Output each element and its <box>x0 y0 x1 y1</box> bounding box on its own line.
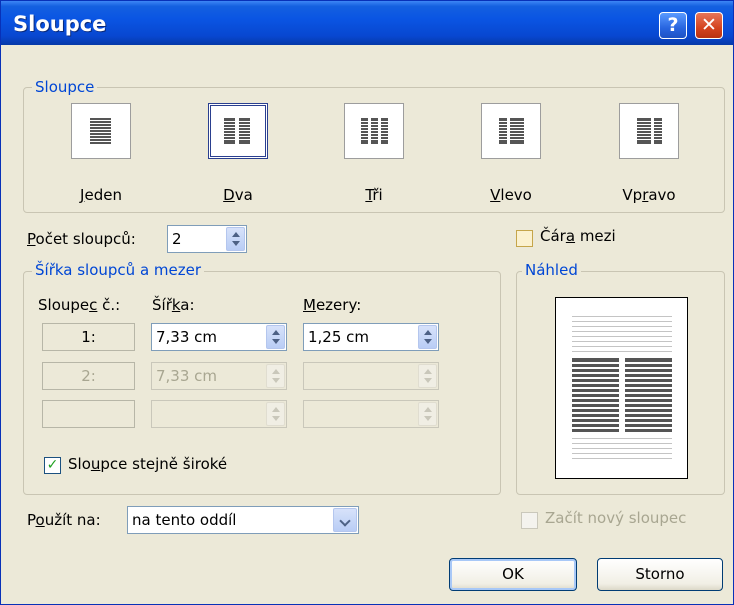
column-1-width-input[interactable]: 7,33 cm <box>151 323 287 351</box>
spin-down-icon <box>272 339 280 344</box>
column-1-width-spinner[interactable] <box>266 325 285 349</box>
apply-to-select[interactable]: na tento oddíl <box>127 506 359 534</box>
spin-up-icon <box>272 407 280 412</box>
presets-group-title: Sloupce <box>32 78 98 96</box>
close-button[interactable]: ✕ <box>695 12 723 39</box>
preview-group-title: Náhled <box>522 261 581 279</box>
start-new-column-label: Začít nový sloupec <box>545 509 687 527</box>
column-3-width-spinner <box>266 402 285 426</box>
preset-three-label: Tři <box>365 186 383 204</box>
column-2-number: 2: <box>42 362 135 390</box>
column-2-width-spinner <box>266 364 285 388</box>
cancel-button[interactable]: Storno <box>597 558 723 591</box>
preview-page <box>555 297 688 479</box>
column-3-spacing-input <box>303 400 439 428</box>
column-1-number: 1: <box>42 323 135 351</box>
column-2-spacing-input <box>303 362 439 390</box>
dialog-title: Sloupce <box>13 12 107 36</box>
width-header: Šířka: <box>152 296 195 314</box>
one-column-icon <box>90 118 111 144</box>
preview-page-image <box>572 316 672 459</box>
column-count-value: 2 <box>172 230 182 248</box>
apply-to-value: na tento oddíl <box>132 511 237 529</box>
spin-down-icon <box>424 339 432 344</box>
preset-right-button[interactable] <box>619 103 679 159</box>
dialog-body: Sloupce Jeden Dva Tři Vlevo Vpravo Počet… <box>1 45 733 605</box>
column-1-width-value: 7,33 cm <box>156 328 218 346</box>
preset-three-button[interactable] <box>344 103 404 159</box>
spin-down-icon <box>272 378 280 383</box>
right-column-icon <box>637 118 662 144</box>
line-between-checkbox[interactable] <box>516 230 533 247</box>
preset-two-button[interactable] <box>208 103 268 159</box>
column-count-spinner[interactable] <box>226 227 245 251</box>
title-bar[interactable]: Sloupce ? ✕ <box>1 1 733 45</box>
spin-down-icon <box>232 241 240 246</box>
column-3-width-input <box>151 400 287 428</box>
apply-to-label: Použít na: <box>27 511 101 529</box>
spin-up-icon <box>424 369 432 374</box>
spacing-header: Mezery: <box>303 296 362 314</box>
two-columns-icon <box>224 118 250 144</box>
spin-up-icon <box>272 330 280 335</box>
line-between-label: Čára mezi <box>540 227 616 245</box>
three-columns-icon <box>361 118 388 144</box>
spin-down-icon <box>272 416 280 421</box>
equal-width-checkbox[interactable]: ✓ <box>44 457 61 474</box>
column-2-width-value: 7,33 cm <box>156 367 218 385</box>
columns-dialog: Sloupce ? ✕ Sloupce Jeden Dva Tři Vlevo … <box>0 0 734 605</box>
spin-up-icon <box>232 232 240 237</box>
width-spacing-group-title: Šířka sloupců a mezer <box>32 261 205 279</box>
column-count-input[interactable]: 2 <box>167 225 247 253</box>
spin-down-icon <box>424 416 432 421</box>
preset-right-label: Vpravo <box>622 186 676 204</box>
preset-two-label: Dva <box>223 186 253 204</box>
spin-down-icon <box>424 378 432 383</box>
preset-one-label: Jeden <box>80 186 122 204</box>
column-1-spacing-value: 1,25 cm <box>308 328 370 346</box>
column-2-spacing-spinner <box>418 364 437 388</box>
preset-one-button[interactable] <box>71 103 131 159</box>
help-button[interactable]: ? <box>659 12 687 39</box>
column-3-spacing-spinner <box>418 402 437 426</box>
column-1-spacing-input[interactable]: 1,25 cm <box>303 323 439 351</box>
left-column-icon <box>499 118 524 144</box>
spin-up-icon <box>424 407 432 412</box>
column-3-number <box>42 400 135 428</box>
column-count-label: Počet sloupců: <box>27 230 136 248</box>
ok-button[interactable]: OK <box>449 558 577 591</box>
column-1-spacing-spinner[interactable] <box>418 325 437 349</box>
preset-left-button[interactable] <box>481 103 541 159</box>
preset-left-label: Vlevo <box>490 186 532 204</box>
chevron-down-icon[interactable] <box>333 508 357 532</box>
spin-up-icon <box>272 369 280 374</box>
column-number-header: Sloupec č.: <box>38 296 121 314</box>
start-new-column-checkbox <box>521 512 538 529</box>
spin-up-icon <box>424 330 432 335</box>
equal-width-label: Sloupce stejně široké <box>68 455 228 473</box>
column-2-width-input: 7,33 cm <box>151 362 287 390</box>
